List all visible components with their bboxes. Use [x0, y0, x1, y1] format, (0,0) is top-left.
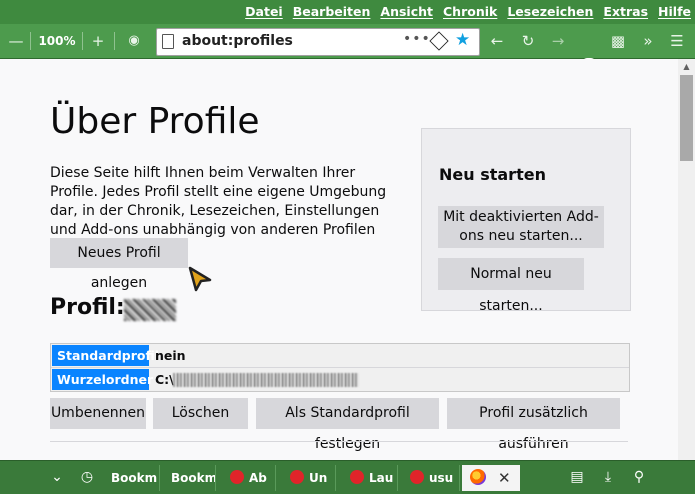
page-title: Über Profile [50, 101, 260, 142]
url-text[interactable]: about:profiles [182, 33, 293, 49]
page-content: Über Profile Diese Seite hilft Ihnen bei… [0, 59, 678, 460]
table-row: Wurzelordner C:\ [51, 368, 629, 391]
overflow-chevron-icon[interactable]: » [638, 24, 658, 58]
tracking-protection-icon[interactable]: ▩ [607, 24, 629, 58]
divider [50, 441, 628, 442]
mouse-cursor-icon [188, 266, 212, 292]
restart-panel: Neu starten Mit deaktivierten Add-ons ne… [421, 128, 631, 314]
sidebar-panel-icon[interactable]: ▤ [566, 461, 588, 494]
url-bar[interactable]: about:profiles ••• ★ [156, 28, 480, 56]
redacted-profile-name [124, 299, 176, 321]
profile-info-table: Standardprofil nein Wurzelordner C:\ [50, 343, 630, 392]
new-profile-button[interactable]: Neues Profil anlegen [50, 238, 188, 291]
page-actions-icon[interactable]: ••• [403, 31, 431, 47]
reader-direction-icon[interactable] [429, 31, 449, 51]
scroll-up-icon[interactable]: ▲ [678, 59, 695, 75]
firefox-tab-icon [230, 470, 244, 484]
tab-bookmarks-2[interactable]: Bookm [164, 465, 216, 491]
redacted-folder-path [173, 373, 359, 387]
menu-file[interactable]: Datei [245, 4, 283, 19]
default-profile-key: Standardprofil [52, 345, 159, 366]
launch-profile-button[interactable]: Profil zusätzlich ausführen [447, 398, 620, 452]
restart-safe-mode-button[interactable]: Mit deaktivierten Add-ons neu starten... [438, 206, 604, 248]
set-default-button[interactable]: Als Standardprofil festlegen [256, 398, 439, 452]
profile-heading: Profil: [50, 295, 125, 320]
close-tab-icon[interactable]: ✕ [498, 465, 511, 491]
forward-arrow-icon[interactable]: → [548, 24, 568, 58]
tab-lau[interactable]: Lau [344, 465, 398, 491]
restart-title: Neu starten [439, 165, 546, 184]
reload-icon[interactable]: ↻ [518, 24, 538, 58]
history-clock-icon[interactable]: ◷ [76, 461, 98, 494]
page-icon [162, 34, 174, 49]
menu-history[interactable]: Chronik [443, 4, 497, 19]
restart-normal-button[interactable]: Normal neu starten... [438, 258, 584, 314]
firefox-tab-icon [290, 470, 304, 484]
root-folder-value[interactable]: C:\ [155, 370, 174, 389]
tab-active-about-profiles[interactable]: ✕ [462, 465, 520, 491]
tab-bar: ⌄ ◷ Bookm Bookm Ab Un Lau usu ✕ ▤ ⤓ ⚲ [0, 460, 695, 494]
tab-bookmarks-1[interactable]: Bookm [104, 465, 160, 491]
menu-bar: Datei Bearbeiten Ansicht Chronik Lesezei… [0, 0, 695, 24]
tab-ab[interactable]: Ab [224, 465, 276, 491]
hamburger-menu-icon[interactable]: ☰ [666, 24, 688, 58]
scroll-thumb[interactable] [680, 75, 693, 161]
zoom-level[interactable]: 100% [34, 24, 80, 58]
toolbar-separator [30, 32, 31, 50]
tab-un[interactable]: Un [284, 465, 336, 491]
menu-view[interactable]: Ansicht [380, 4, 433, 19]
tab-list-chevron-icon[interactable]: ⌄ [48, 461, 66, 494]
back-arrow-icon[interactable]: ← [487, 24, 507, 58]
table-row: Standardprofil nein [51, 344, 629, 368]
paint-palette-icon[interactable]: ◉ [124, 24, 144, 58]
delete-button[interactable]: Löschen [153, 398, 248, 429]
firefox-logo-icon [470, 469, 486, 485]
bookmark-star-icon[interactable]: ★ [455, 30, 470, 50]
search-icon[interactable]: ⚲ [628, 461, 650, 494]
zoom-in-button[interactable]: + [88, 24, 108, 58]
menu-bookmarks[interactable]: Lesezeichen [507, 4, 593, 19]
rename-button[interactable]: Umbenennen [50, 398, 146, 429]
zoom-out-button[interactable]: — [6, 24, 26, 58]
tab-usu[interactable]: usu [404, 465, 460, 491]
menu-edit[interactable]: Bearbeiten [293, 4, 371, 19]
download-icon[interactable]: ⤓ [597, 461, 619, 494]
root-folder-key: Wurzelordner [52, 369, 153, 390]
menu-help[interactable]: Hilfe [658, 4, 691, 19]
firefox-tab-icon [350, 470, 364, 484]
toolbar-separator [82, 32, 83, 50]
toolbar-separator [114, 32, 115, 50]
vertical-scrollbar[interactable]: ▲ [678, 59, 695, 460]
firefox-tab-icon [410, 470, 424, 484]
default-profile-value: nein [155, 348, 186, 363]
menu-tools[interactable]: Extras [603, 4, 648, 19]
